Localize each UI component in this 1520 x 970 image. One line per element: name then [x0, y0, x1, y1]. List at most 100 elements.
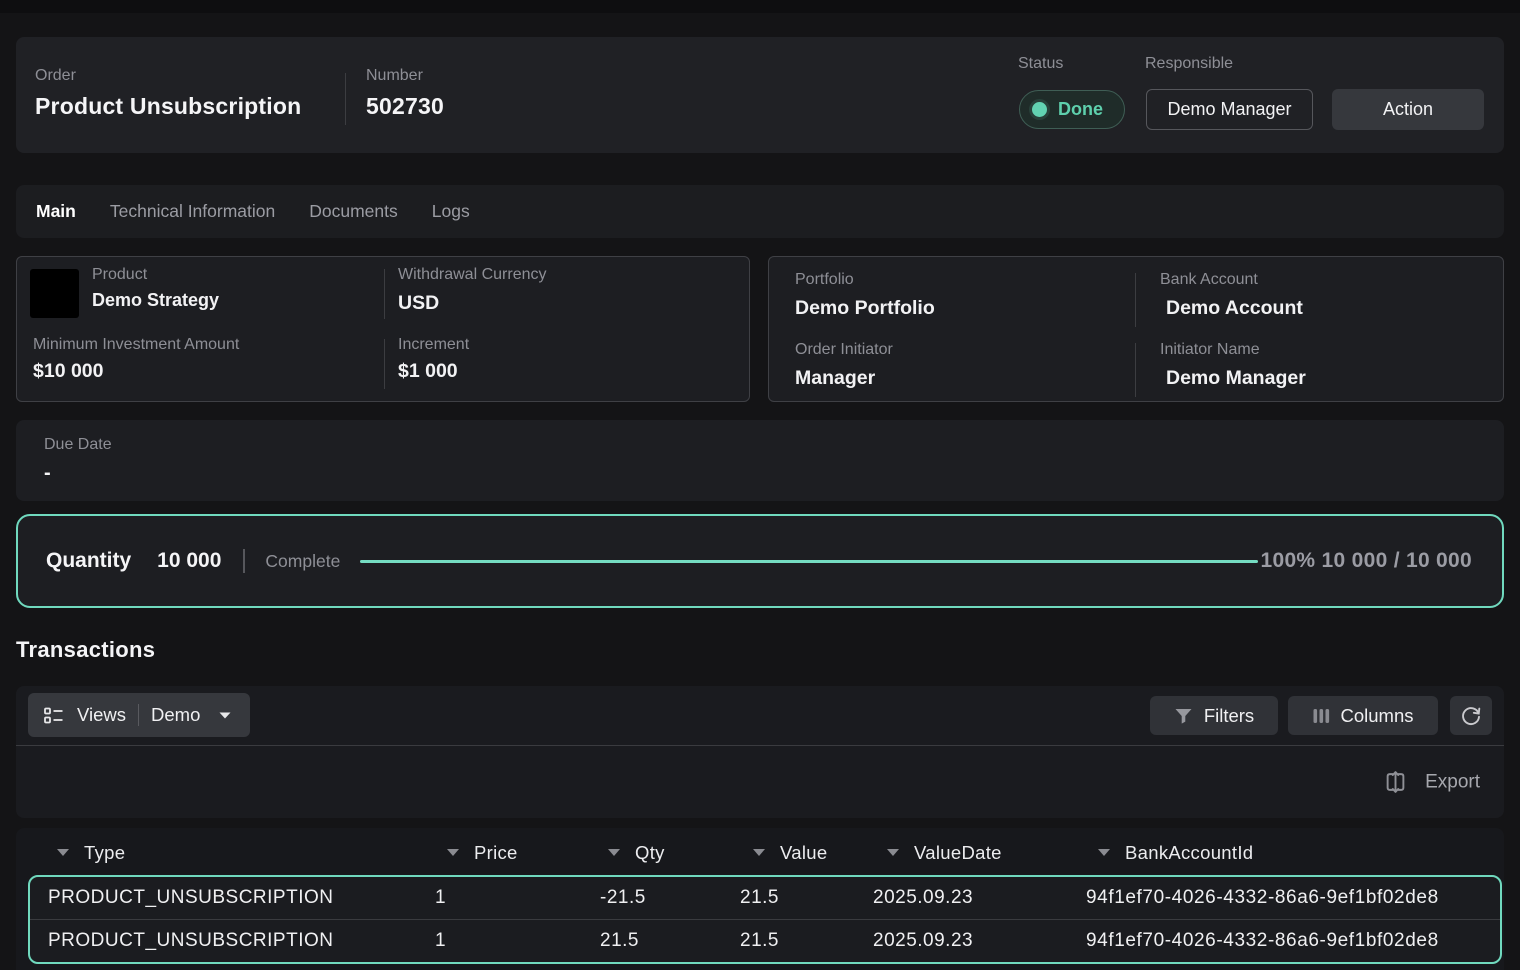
card-divider: [1135, 343, 1136, 397]
column-label: Price: [474, 842, 518, 864]
tab-main[interactable]: Main: [36, 201, 76, 222]
status-label: Status: [1018, 55, 1063, 73]
sort-caret-icon: [1098, 849, 1110, 856]
sort-caret-icon: [753, 849, 765, 856]
bank-account-label: Bank Account: [1160, 271, 1258, 289]
portfolio-info-card: Portfolio Demo Portfolio Bank Account De…: [768, 256, 1504, 402]
number-value: 502730: [366, 93, 444, 120]
column-header-type[interactable]: Type: [57, 828, 125, 877]
cell-valuedate: 2025.09.23: [873, 930, 973, 952]
column-label: Qty: [635, 842, 665, 864]
cell-qty: -21.5: [600, 887, 646, 909]
cell-price: 1: [435, 887, 446, 909]
views-label: Views: [77, 704, 126, 726]
column-header-value[interactable]: Value: [753, 828, 827, 877]
quantity-title: Quantity: [46, 549, 131, 573]
quantity-progress-panel: Quantity 10 000 Complete 100% 10 000 / 1…: [16, 514, 1504, 608]
views-dropdown[interactable]: Views Demo: [28, 693, 250, 737]
column-header-bankaccountid[interactable]: BankAccountId: [1098, 828, 1253, 877]
number-label: Number: [366, 67, 423, 85]
bank-account-value: Demo Account: [1166, 297, 1303, 320]
quantity-separator: [243, 549, 245, 573]
increment-value: $1 000: [398, 360, 458, 383]
filters-label: Filters: [1204, 705, 1254, 727]
columns-button[interactable]: Columns: [1288, 696, 1438, 735]
column-header-valuedate[interactable]: ValueDate: [887, 828, 1002, 877]
transactions-table: Type Price Qty Value ValueDate BankAccou…: [16, 828, 1504, 970]
export-icon: [1382, 769, 1409, 796]
product-value: Demo Strategy: [92, 290, 219, 311]
cell-type: PRODUCT_UNSUBSCRIPTION: [48, 887, 333, 909]
initiator-name-value: Demo Manager: [1166, 367, 1306, 390]
product-label: Product: [92, 266, 147, 284]
order-initiator-label: Order Initiator: [795, 341, 893, 359]
columns-icon: [1313, 707, 1330, 725]
action-button[interactable]: Action: [1332, 89, 1484, 130]
card-divider: [1135, 273, 1136, 327]
product-info-card: Product Demo Strategy Withdrawal Currenc…: [16, 256, 750, 402]
toolbar-row: Views Demo Filters Columns: [16, 686, 1504, 745]
cell-bankaccountid: 94f1ef70-4026-4332-86a6-9ef1bf02de8: [1086, 887, 1439, 909]
transactions-toolbar: Views Demo Filters Columns: [16, 686, 1504, 818]
current-view-name: Demo: [151, 704, 200, 726]
order-header-card: Order Product Unsubscription Number 5027…: [16, 37, 1504, 153]
sort-caret-icon: [608, 849, 620, 856]
refresh-button[interactable]: [1450, 696, 1492, 735]
quantity-state: Complete: [265, 551, 340, 572]
cell-qty: 21.5: [600, 930, 639, 952]
order-label: Order: [35, 67, 76, 85]
quantity-value: 10 000: [157, 549, 221, 573]
responsible-label: Responsible: [1145, 55, 1233, 73]
tab-bar: Main Technical Information Documents Log…: [16, 185, 1504, 238]
order-initiator-value: Manager: [795, 367, 875, 390]
column-header-qty[interactable]: Qty: [608, 828, 665, 877]
product-image: [30, 269, 79, 318]
tab-logs[interactable]: Logs: [432, 201, 470, 222]
portfolio-value: Demo Portfolio: [795, 297, 935, 320]
status-dot-icon: [1032, 102, 1047, 117]
withdrawal-currency-value: USD: [398, 292, 439, 315]
export-label: Export: [1425, 771, 1480, 793]
cell-price: 1: [435, 930, 446, 952]
selected-rows-group: PRODUCT_UNSUBSCRIPTION 1 -21.5 21.5 2025…: [28, 875, 1502, 964]
cell-value: 21.5: [740, 887, 779, 909]
table-row[interactable]: PRODUCT_UNSUBSCRIPTION 1 -21.5 21.5 2025…: [30, 877, 1500, 919]
due-date-label: Due Date: [44, 436, 112, 454]
due-date-value: -: [44, 462, 51, 485]
sort-caret-icon: [57, 849, 69, 856]
sort-caret-icon: [447, 849, 459, 856]
sort-caret-icon: [887, 849, 899, 856]
cell-type: PRODUCT_UNSUBSCRIPTION: [48, 930, 333, 952]
card-divider: [384, 339, 385, 389]
top-strip: [0, 0, 1520, 13]
export-button[interactable]: Export: [1382, 769, 1480, 796]
transactions-title: Transactions: [16, 637, 155, 663]
increment-label: Increment: [398, 336, 469, 354]
cell-bankaccountid: 94f1ef70-4026-4332-86a6-9ef1bf02de8: [1086, 930, 1439, 952]
header-divider: [345, 73, 346, 125]
responsible-button[interactable]: Demo Manager: [1146, 89, 1313, 130]
views-separator: [138, 704, 139, 726]
portfolio-label: Portfolio: [795, 271, 854, 289]
progress-text: 100% 10 000 / 10 000: [1260, 549, 1472, 573]
column-label: ValueDate: [914, 842, 1002, 864]
filters-button[interactable]: Filters: [1150, 696, 1278, 735]
minimum-investment-label: Minimum Investment Amount: [33, 336, 239, 354]
minimum-investment-value: $10 000: [33, 360, 104, 383]
list-view-icon: [42, 704, 65, 727]
status-badge: Done: [1019, 90, 1125, 129]
column-label: BankAccountId: [1125, 842, 1253, 864]
export-row: Export: [16, 746, 1504, 818]
refresh-icon: [1460, 705, 1482, 727]
caret-down-icon: [218, 711, 232, 720]
column-header-price[interactable]: Price: [447, 828, 518, 877]
tab-technical-information[interactable]: Technical Information: [110, 201, 275, 222]
progress-bar: [360, 560, 1258, 563]
table-row[interactable]: PRODUCT_UNSUBSCRIPTION 1 21.5 21.5 2025.…: [30, 919, 1500, 961]
column-label: Type: [84, 842, 125, 864]
order-details-page: Order Product Unsubscription Number 5027…: [0, 0, 1520, 970]
due-date-card: Due Date -: [16, 420, 1504, 501]
card-divider: [384, 269, 385, 319]
cell-value: 21.5: [740, 930, 779, 952]
tab-documents[interactable]: Documents: [309, 201, 398, 222]
